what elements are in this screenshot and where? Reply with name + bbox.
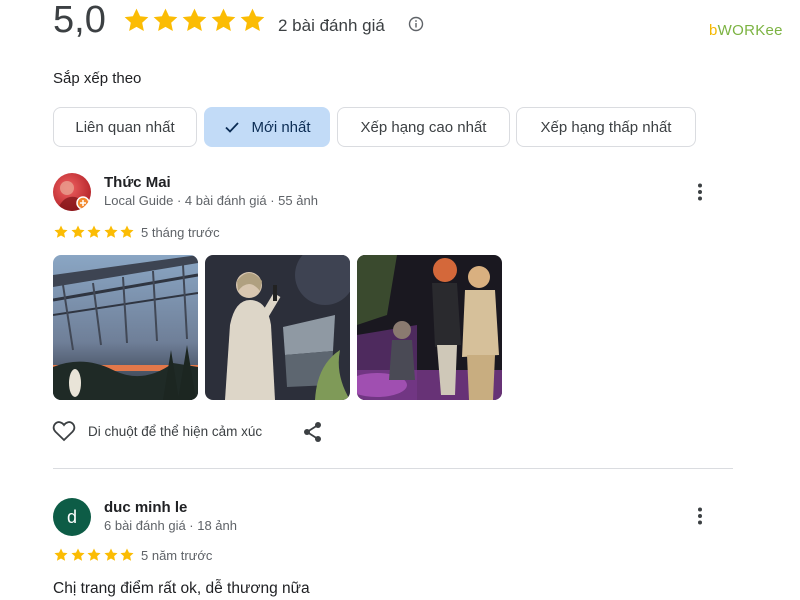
chip-highest-rating[interactable]: Xếp hạng cao nhất — [337, 107, 510, 147]
review-time: 5 năm trước — [141, 548, 213, 563]
avatar-image — [53, 173, 91, 211]
star-icon — [70, 224, 86, 240]
more-options-icon[interactable] — [690, 182, 710, 202]
star-icon — [70, 547, 86, 563]
star-icon — [53, 224, 69, 240]
chip-newest[interactable]: Mới nhất — [204, 107, 330, 147]
share-icon[interactable] — [303, 421, 323, 443]
overall-stars — [122, 6, 267, 35]
review-photo[interactable] — [53, 255, 198, 400]
avatar[interactable]: d — [53, 498, 91, 536]
star-icon — [119, 224, 135, 240]
review-count: 2 bài đánh giá — [278, 16, 385, 35]
star-icon — [86, 224, 102, 240]
react-hint[interactable]: Di chuột để thể hiện cảm xúc — [88, 424, 262, 439]
reviewer-name[interactable]: Thức Mai — [104, 174, 171, 191]
avatar-letter: d — [66, 506, 77, 527]
divider — [53, 468, 733, 469]
chip-label: Xếp hạng thấp nhất — [540, 118, 672, 136]
star-icon — [103, 547, 119, 563]
star-icon — [151, 6, 180, 35]
star-icon — [122, 6, 151, 35]
sort-label: Sắp xếp theo — [53, 70, 142, 87]
more-options-icon[interactable] — [690, 506, 710, 526]
heart-icon[interactable] — [52, 420, 76, 442]
avatar[interactable] — [53, 173, 91, 211]
chip-label: Mới nhất — [251, 118, 311, 136]
star-icon — [53, 547, 69, 563]
chip-most-relevant[interactable]: Liên quan nhất — [53, 107, 197, 147]
review-time: 5 tháng trước — [141, 225, 220, 240]
review-text: Chị trang điểm rất ok, dễ thương nữa — [53, 580, 310, 597]
star-icon — [209, 6, 238, 35]
reviewer-meta: Local Guide · 4 bài đánh giá · 55 ảnh — [104, 193, 318, 208]
chip-label: Xếp hạng cao nhất — [360, 118, 487, 136]
review-stars — [53, 547, 136, 563]
overall-rating: 5,0 — [53, 0, 106, 41]
star-icon — [119, 547, 135, 563]
check-icon — [225, 122, 240, 133]
brand-watermark: bWORKee — [709, 22, 783, 39]
star-icon — [238, 6, 267, 35]
info-icon[interactable] — [408, 16, 424, 32]
chip-lowest-rating[interactable]: Xếp hạng thấp nhất — [516, 107, 696, 147]
star-icon — [103, 224, 119, 240]
review-photo[interactable] — [205, 255, 350, 400]
review-photo[interactable] — [357, 255, 502, 400]
star-icon — [180, 6, 209, 35]
star-icon — [86, 547, 102, 563]
chip-label: Liên quan nhất — [75, 118, 175, 136]
reviewer-meta: 6 bài đánh giá · 18 ảnh — [104, 518, 237, 533]
reviewer-name[interactable]: duc minh le — [104, 499, 187, 516]
review-stars — [53, 224, 136, 240]
